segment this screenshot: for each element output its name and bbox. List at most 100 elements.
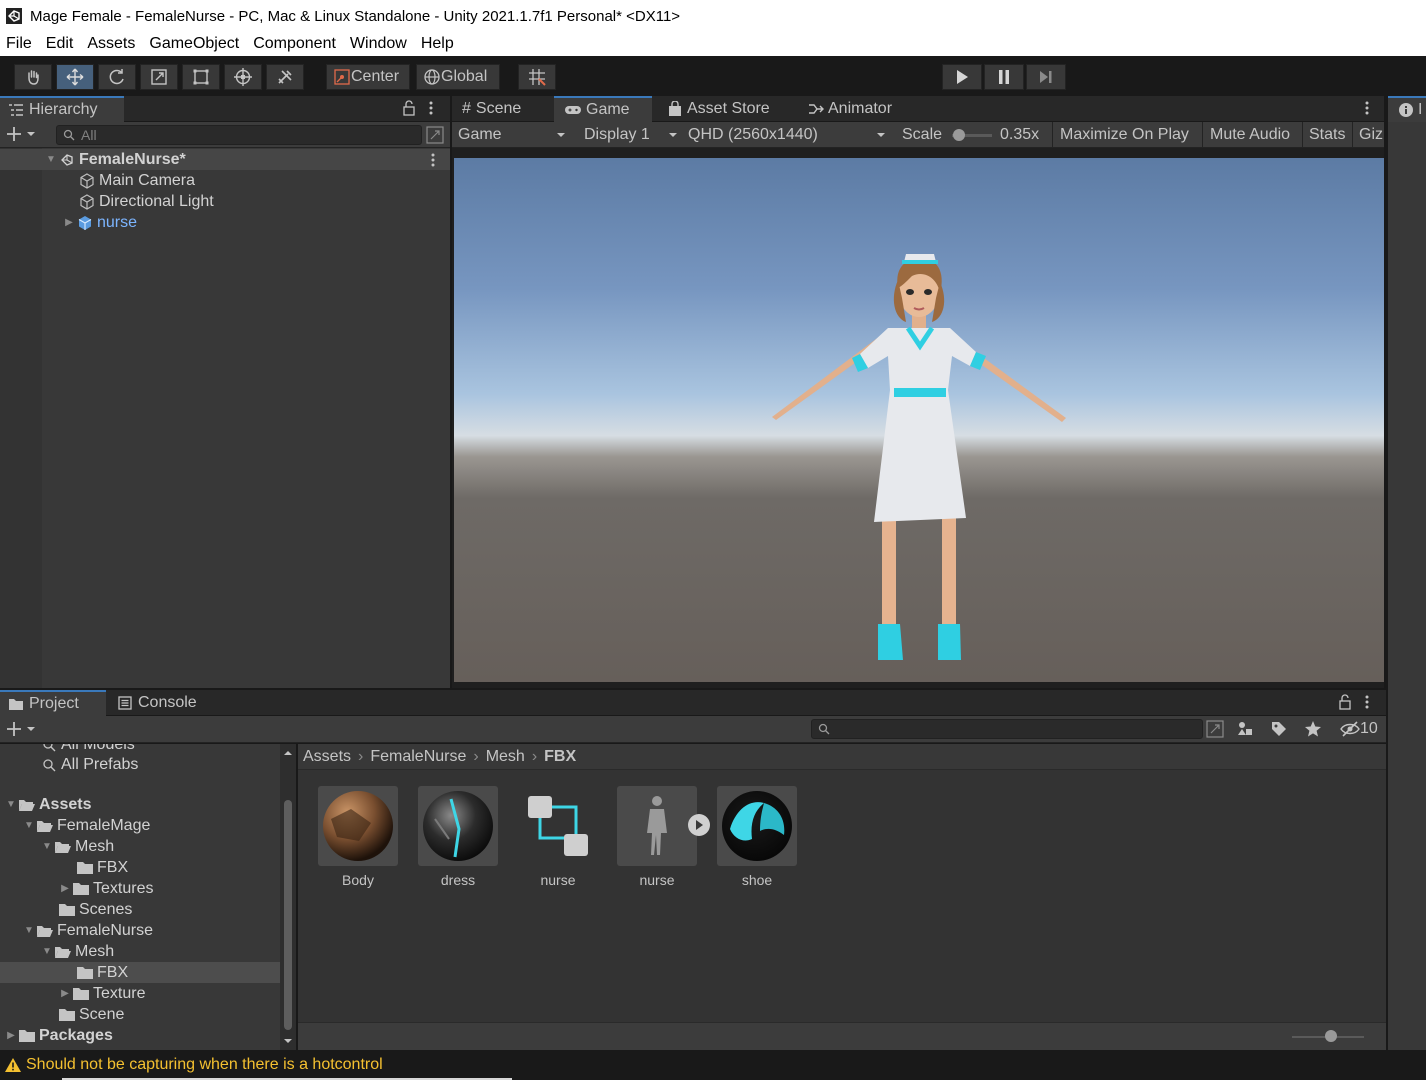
- custom-tool-button[interactable]: [266, 64, 304, 90]
- maximize-on-play-toggle[interactable]: Maximize On Play: [1060, 122, 1189, 148]
- grid-snap-button[interactable]: [518, 64, 556, 90]
- tab-hierarchy[interactable]: Hierarchy: [0, 96, 124, 122]
- mute-audio-toggle[interactable]: Mute Audio: [1210, 122, 1290, 148]
- hierarchy-item-label: Main Camera: [99, 171, 196, 189]
- menu-edit[interactable]: Edit: [39, 35, 81, 53]
- tab-animator[interactable]: Animator: [798, 96, 902, 122]
- collapsed-arrow-icon[interactable]: ▶: [58, 988, 72, 999]
- expand-arrow-icon[interactable]: ▼: [40, 946, 54, 957]
- tree-item-fbx[interactable]: FBX: [0, 857, 128, 878]
- menu-file[interactable]: File: [0, 35, 39, 53]
- tree-item-texture[interactable]: ▶ Texture: [0, 983, 145, 1004]
- asset-item[interactable]: nurse: [617, 786, 697, 888]
- asset-item[interactable]: Body: [318, 786, 398, 888]
- menu-gameobject[interactable]: GameObject: [142, 35, 246, 53]
- tab-console[interactable]: Console: [108, 690, 207, 716]
- expand-model-button[interactable]: [688, 814, 710, 836]
- space-global-button[interactable]: Global: [416, 64, 500, 90]
- menu-assets[interactable]: Assets: [80, 35, 142, 53]
- game-view-render[interactable]: [454, 158, 1384, 682]
- tree-item-mesh[interactable]: ▼ Mesh: [0, 836, 114, 857]
- breadcrumb-item[interactable]: FemaleNurse: [370, 748, 466, 766]
- game-mode-dropdown[interactable]: Game: [458, 122, 568, 148]
- breadcrumb-current[interactable]: FBX: [544, 748, 576, 766]
- expand-arrow-icon[interactable]: ▼: [40, 841, 54, 852]
- project-search-input[interactable]: [811, 719, 1203, 739]
- transform-tool-button[interactable]: [224, 64, 262, 90]
- menu-window[interactable]: Window: [343, 35, 414, 53]
- tab-project[interactable]: Project: [0, 690, 106, 716]
- lock-icon[interactable]: [402, 100, 416, 121]
- step-button[interactable]: [1026, 64, 1066, 90]
- tree-item-textures[interactable]: ▶ Textures: [0, 878, 153, 899]
- hierarchy-item[interactable]: Directional Light: [0, 191, 214, 212]
- scrollbar-thumb[interactable]: [284, 800, 292, 1030]
- pause-button[interactable]: [984, 64, 1024, 90]
- filter-by-label-icon[interactable]: [1270, 720, 1288, 743]
- resolution-dropdown[interactable]: QHD (2560x1440): [688, 122, 888, 148]
- scroll-down-icon[interactable]: [280, 1036, 296, 1046]
- pivot-center-button[interactable]: Center: [326, 64, 410, 90]
- expand-arrow-icon[interactable]: ▼: [22, 820, 36, 831]
- display-dropdown[interactable]: Display 1: [584, 122, 680, 148]
- kebab-menu-icon[interactable]: [1364, 100, 1370, 121]
- move-tool-button[interactable]: [56, 64, 94, 90]
- rotate-tool-button[interactable]: [98, 64, 136, 90]
- breadcrumb-item[interactable]: Mesh: [486, 748, 525, 766]
- menu-help[interactable]: Help: [414, 35, 461, 53]
- hierarchy-search-input[interactable]: All: [56, 125, 422, 145]
- icon-size-slider[interactable]: [1292, 1030, 1364, 1042]
- kebab-menu-icon[interactable]: [1364, 694, 1370, 715]
- tree-item-scene[interactable]: Scene: [0, 1004, 124, 1025]
- tree-item-packages[interactable]: ▶ Packages: [0, 1025, 113, 1046]
- hierarchy-item[interactable]: Main Camera: [0, 170, 195, 191]
- scroll-up-icon[interactable]: [280, 748, 296, 758]
- tree-item-scenes[interactable]: Scenes: [0, 899, 132, 920]
- scene-visibility-icon[interactable]: [426, 126, 444, 149]
- expand-arrow-icon[interactable]: ▼: [22, 925, 36, 936]
- tab-game[interactable]: Game: [554, 96, 652, 122]
- scene-kebab-icon[interactable]: [430, 152, 436, 173]
- icon-size-slider-thumb[interactable]: [1325, 1030, 1337, 1042]
- play-button[interactable]: [942, 64, 982, 90]
- create-asset-button[interactable]: [6, 721, 36, 737]
- tree-item-mesh[interactable]: ▼ Mesh: [0, 941, 114, 962]
- breadcrumb-item[interactable]: Assets: [303, 748, 351, 766]
- tab-scene[interactable]: # Scene: [452, 96, 531, 122]
- chevron-down-icon: [27, 727, 35, 731]
- tree-scrollbar[interactable]: [280, 744, 296, 1050]
- lock-icon[interactable]: [1338, 694, 1352, 715]
- tree-item-femalenurse[interactable]: ▼ FemaleNurse: [0, 920, 153, 941]
- filter-by-type-icon[interactable]: [1236, 720, 1254, 743]
- collapsed-arrow-icon[interactable]: ▶: [62, 217, 76, 228]
- rect-tool-button[interactable]: [182, 64, 220, 90]
- hidden-packages-toggle[interactable]: 10: [1340, 720, 1378, 738]
- tree-item-femalemage[interactable]: ▼ FemaleMage: [0, 815, 150, 836]
- expand-arrow-icon[interactable]: ▼: [44, 154, 58, 165]
- create-button[interactable]: [6, 126, 36, 142]
- asset-item[interactable]: nurse: [518, 786, 598, 888]
- tree-item-assets[interactable]: ▼ Assets: [0, 794, 91, 815]
- collapsed-arrow-icon[interactable]: ▶: [58, 883, 72, 894]
- scene-row[interactable]: ▼ FemaleNurse*: [0, 149, 450, 170]
- tab-inspector[interactable]: I: [1388, 96, 1426, 122]
- scale-slider[interactable]: [952, 129, 992, 141]
- hierarchy-item[interactable]: ▶ nurse: [0, 212, 137, 233]
- menu-component[interactable]: Component: [246, 35, 343, 53]
- asset-item[interactable]: dress: [418, 786, 498, 888]
- favorite-star-icon[interactable]: [1304, 720, 1322, 743]
- scale-tool-button[interactable]: [140, 64, 178, 90]
- search-in-scene-icon[interactable]: [1206, 720, 1224, 743]
- asset-item[interactable]: shoe: [717, 786, 797, 888]
- status-message[interactable]: Should not be capturing when there is a …: [26, 1056, 383, 1074]
- tree-item-fbx-selected[interactable]: FBX: [0, 962, 280, 983]
- kebab-menu-icon[interactable]: [428, 100, 434, 121]
- stats-toggle[interactable]: Stats: [1309, 122, 1345, 148]
- hand-tool-button[interactable]: [14, 64, 52, 90]
- collapsed-arrow-icon[interactable]: ▶: [4, 1030, 18, 1041]
- gizmos-toggle[interactable]: Giz: [1359, 122, 1383, 148]
- tree-item-all-prefabs[interactable]: All Prefabs: [0, 754, 138, 775]
- expand-arrow-icon[interactable]: ▼: [4, 799, 18, 810]
- tab-asset-store[interactable]: Asset Store: [658, 96, 780, 122]
- tree-item-label: FBX: [97, 963, 129, 981]
